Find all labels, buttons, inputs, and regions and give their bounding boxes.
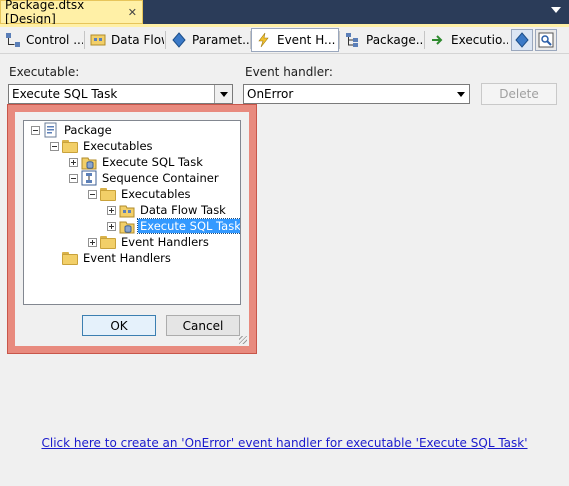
parameters-icon <box>172 32 186 48</box>
document-tabstrip <box>143 0 569 24</box>
control-flow-icon <box>6 33 20 47</box>
tab-package-explorer[interactable]: Package... <box>340 28 424 52</box>
designer-tabstrip: Control ... Data Flow Paramet... Event H… <box>0 27 569 54</box>
resize-grip-icon[interactable] <box>239 336 247 344</box>
execution-results-icon <box>432 35 443 45</box>
close-tab-icon[interactable]: ✕ <box>128 6 137 19</box>
event-handler-label: Event handler: <box>245 65 333 79</box>
folder-open-icon <box>100 187 116 201</box>
data-flow-icon <box>90 34 106 46</box>
executable-value: Execute SQL Task <box>12 87 118 101</box>
tab-control-flow[interactable]: Control ... <box>0 28 84 52</box>
tree-node-execute-sql-task[interactable]: Execute SQL Task <box>69 154 205 170</box>
tab-overflow-icon[interactable] <box>551 7 561 13</box>
chevron-down-icon[interactable] <box>452 85 469 103</box>
cancel-button[interactable]: Cancel <box>166 315 240 336</box>
tab-event-handlers[interactable]: Event H... <box>251 28 339 52</box>
collapse-icon[interactable] <box>50 141 59 151</box>
folder-open-icon <box>62 139 78 153</box>
package-explorer-icon <box>346 33 358 47</box>
create-event-handler-link[interactable]: Click here to create an 'OnError' event … <box>0 436 569 450</box>
collapse-icon[interactable] <box>31 125 40 135</box>
data-flow-task-icon <box>119 205 135 218</box>
tree-node-executables-nested[interactable]: Executables <box>88 186 193 202</box>
zoom-toolbar-button[interactable] <box>535 29 557 51</box>
executable-picker: Package Executables Execute SQL Task Seq… <box>15 112 249 346</box>
ok-button[interactable]: OK <box>82 315 156 336</box>
tree-node-executables[interactable]: Executables <box>50 138 155 154</box>
chevron-down-icon[interactable] <box>214 85 232 103</box>
executable-label: Executable: <box>9 65 80 79</box>
expand-icon[interactable] <box>107 221 116 231</box>
collapse-icon[interactable] <box>88 189 97 199</box>
tree-node-event-handlers[interactable]: Event Handlers <box>62 250 173 266</box>
executable-tree[interactable]: Package Executables Execute SQL Task Seq… <box>23 120 241 305</box>
executable-combo[interactable]: Execute SQL Task <box>8 84 233 104</box>
expand-icon[interactable] <box>69 157 78 167</box>
tree-node-sequence-container[interactable]: Sequence Container <box>69 170 221 186</box>
tab-data-flow[interactable]: Data Flow <box>85 28 165 52</box>
expand-icon[interactable] <box>107 205 116 215</box>
parameters-toolbar-button[interactable] <box>511 29 533 51</box>
sequence-container-icon <box>81 170 97 186</box>
tab-parameters[interactable]: Paramet... <box>166 28 250 52</box>
tree-node-event-handlers-nested[interactable]: Event Handlers <box>88 234 211 250</box>
collapse-icon[interactable] <box>69 173 78 183</box>
event-handler-combo[interactable]: OnError <box>243 84 470 104</box>
event-handler-value: OnError <box>247 87 294 101</box>
tree-node-package[interactable]: Package <box>31 122 114 138</box>
executable-dropdown-popup: Package Executables Execute SQL Task Seq… <box>7 104 257 354</box>
gem-icon <box>515 32 529 48</box>
folder-icon <box>62 251 78 265</box>
document-tab[interactable]: Package.dtsx [Design] ✕ <box>0 0 143 26</box>
document-tab-title: Package.dtsx [Design] <box>5 0 85 26</box>
execute-sql-task-icon <box>81 157 97 170</box>
delete-button[interactable]: Delete <box>481 83 557 105</box>
expand-icon[interactable] <box>88 237 97 247</box>
event-handlers-icon <box>258 32 269 48</box>
zoom-window-icon <box>538 32 554 48</box>
tab-execution-results[interactable]: Executio... <box>425 28 509 52</box>
designer-surface: Control ... Data Flow Paramet... Event H… <box>0 27 569 486</box>
package-icon <box>44 122 57 138</box>
tree-node-data-flow-task[interactable]: Data Flow Task <box>107 202 228 218</box>
tree-node-execute-sql-task-selected[interactable]: Execute SQL Task <box>107 218 240 234</box>
folder-icon <box>100 235 116 249</box>
execute-sql-task-icon <box>119 221 135 234</box>
